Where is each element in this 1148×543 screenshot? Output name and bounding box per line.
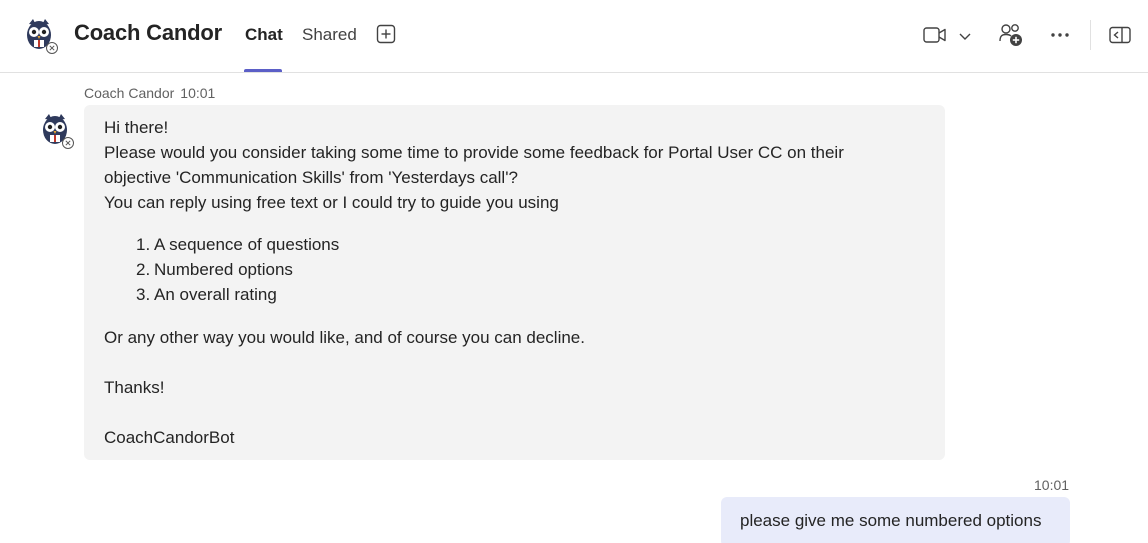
video-call-button[interactable] [922,22,948,48]
more-options-icon [1051,33,1069,37]
message-line: You can reply using free text or I could… [104,193,559,212]
message-line: objective 'Communication Skills' from 'Y… [104,168,518,187]
message-meta: Coach Candor 10:01 [84,85,215,101]
message-line: Please would you consider taking some ti… [104,143,844,162]
list-number: 2. [136,260,151,279]
open-side-panel-icon [1109,26,1131,44]
message-line: Hi there! [104,118,169,137]
call-options-dropdown[interactable] [955,26,975,46]
list-item: 2. Numbered options [136,259,293,281]
tab-chat[interactable]: Chat [245,25,283,45]
more-options-button[interactable] [1047,22,1073,48]
bot-avatar[interactable] [40,113,74,149]
chat-header: Coach Candor Chat Shared [0,0,1148,73]
chat-title: Coach Candor [74,20,222,45]
message-time: 10:01 [180,85,216,101]
chevron-down-icon [959,33,971,40]
add-people-button[interactable] [997,21,1025,49]
bot-avatar[interactable] [24,18,58,54]
list-number: 1. [136,235,151,254]
video-call-icon [923,27,946,43]
message-line: Or any other way you would like, and of … [104,328,585,347]
list-text: A sequence of questions [154,235,340,254]
list-item: 3. An overall rating [136,284,277,306]
sender-name: Coach Candor [84,85,175,101]
message-time: 10:01 [1034,477,1070,493]
active-tab-indicator [244,69,282,72]
add-people-icon [999,24,1022,46]
list-number: 3. [136,285,151,304]
tab-shared[interactable]: Shared [302,25,357,45]
list-text: An overall rating [154,285,277,304]
my-message-text: please give me some numbered options [740,511,1042,530]
add-tab-icon [376,24,396,44]
list-text: Numbered options [154,260,293,279]
add-tab-button[interactable] [374,22,398,46]
list-item: 1. A sequence of questions [136,234,339,256]
open-side-panel-button[interactable] [1107,22,1133,48]
header-divider [1090,20,1091,50]
message-signature: CoachCandorBot [104,428,235,447]
message-line: Thanks! [104,378,165,397]
